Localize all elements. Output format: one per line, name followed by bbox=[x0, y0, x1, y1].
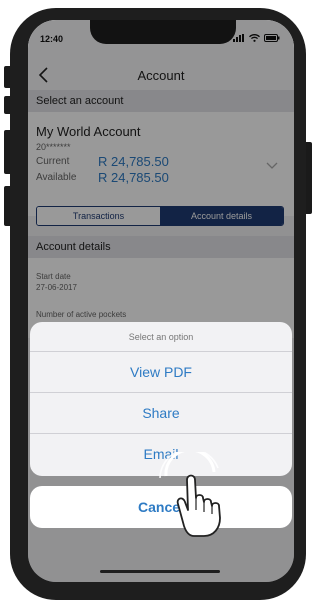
app-screen: 12:40 Account Select an account My World… bbox=[28, 20, 294, 582]
phone-mockup: 12:40 Account Select an account My World… bbox=[0, 0, 312, 604]
share-option[interactable]: Share bbox=[30, 393, 292, 434]
home-indicator bbox=[100, 570, 220, 573]
view-pdf-option[interactable]: View PDF bbox=[30, 352, 292, 393]
action-sheet-title: Select an option bbox=[30, 322, 292, 352]
tap-gesture-icon bbox=[159, 452, 221, 537]
